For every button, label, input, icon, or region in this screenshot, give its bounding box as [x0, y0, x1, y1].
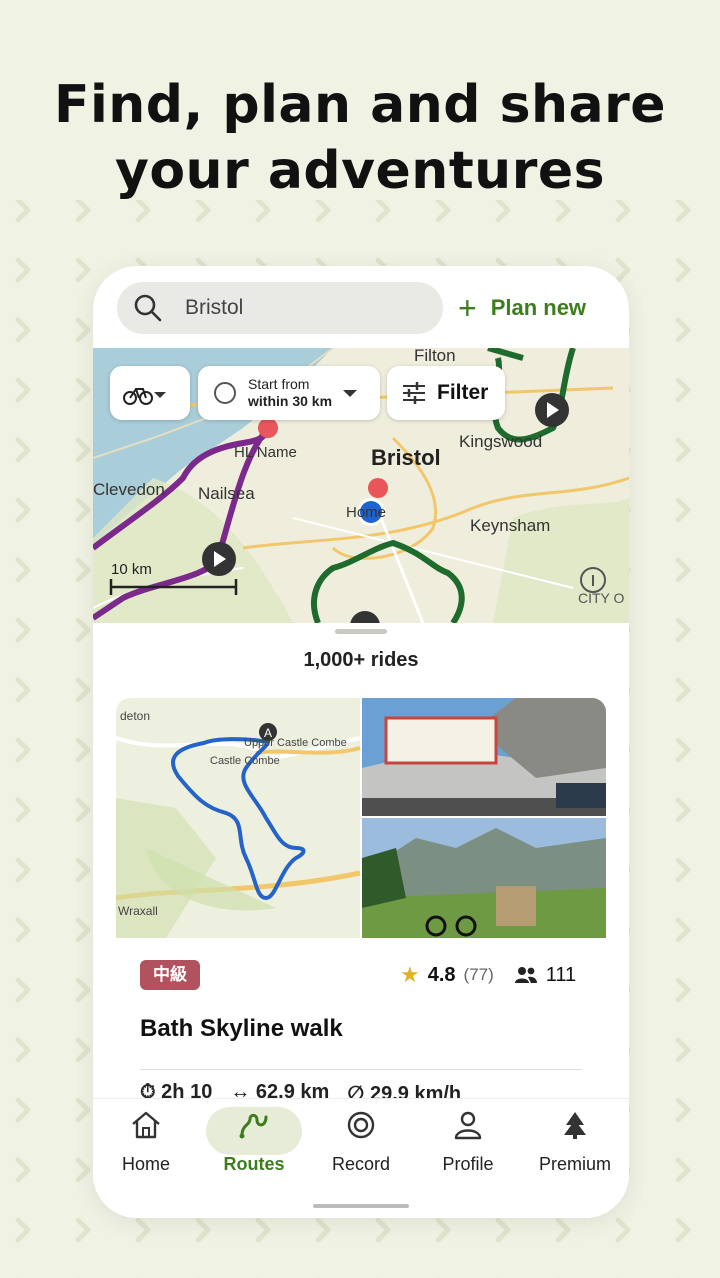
- map-label-nailsea: Nailsea: [198, 484, 255, 503]
- phone-screen: Bristol + Plan new Filton Kingswood Bris…: [93, 266, 629, 1218]
- search-icon: [134, 294, 162, 322]
- routes-icon: [239, 1113, 268, 1139]
- nav-label-premium: Premium: [538, 1154, 611, 1174]
- start-from-value: within 30 km: [248, 393, 333, 409]
- radius-circle-icon: [214, 382, 236, 404]
- people-icon: [514, 967, 537, 983]
- star-icon: ★: [400, 962, 420, 987]
- people-count: 111: [545, 963, 577, 986]
- map-label-clevedon: Clevedon: [93, 480, 165, 499]
- map-poi-marker-2[interactable]: [368, 478, 388, 498]
- nav-label-home: Home: [121, 1154, 170, 1174]
- card-map-label-deton: deton: [120, 709, 150, 723]
- bottom-navigation: Home Routes Record Profile Premium: [93, 1098, 629, 1218]
- home-icon: [132, 1111, 160, 1139]
- sheet-drag-handle[interactable]: [335, 629, 387, 634]
- search-bar[interactable]: Bristol: [117, 282, 443, 334]
- home-indicator: [313, 1204, 409, 1208]
- route-card-gallery: A deton Upper Castle Combe Castle Combe …: [116, 698, 606, 938]
- chevron-down-icon: [154, 392, 166, 398]
- map-label-city: CITY O: [578, 590, 625, 606]
- nav-item-record[interactable]: Record: [311, 1109, 411, 1175]
- difficulty-badge: 中級: [140, 960, 200, 990]
- plus-icon: +: [458, 290, 477, 326]
- premium-icon: [564, 1112, 586, 1139]
- plan-new-button[interactable]: + Plan new: [458, 282, 586, 334]
- chevron-down-icon: [343, 390, 358, 397]
- nav-label-record: Record: [331, 1154, 391, 1174]
- route-card-images[interactable]: A deton Upper Castle Combe Castle Combe …: [116, 698, 606, 938]
- start-from-label: Start from: [248, 376, 310, 392]
- card-map-label-upper-castle-combe: Upper Castle Combe: [244, 737, 347, 749]
- start-from-chip[interactable]: Start from within 30 km: [198, 366, 380, 420]
- nav-item-profile[interactable]: Profile: [418, 1109, 518, 1175]
- nav-label-profile: Profile: [442, 1154, 494, 1174]
- filter-label: Filter: [437, 381, 489, 404]
- activity-filter-chip[interactable]: [110, 366, 190, 420]
- map-view[interactable]: Filton Kingswood Bristol HL Name Clevedo…: [93, 348, 629, 623]
- map-label-bristol: Bristol: [371, 445, 441, 470]
- card-map-label-castle-combe: Castle Combe: [210, 755, 280, 767]
- headline-line-2: your adventures: [114, 141, 606, 201]
- map-scale-label: 10 km: [111, 561, 152, 578]
- sliders-icon: [403, 382, 425, 404]
- plan-new-label: Plan new: [490, 295, 587, 320]
- nav-item-routes[interactable]: Routes: [204, 1109, 304, 1175]
- nav-item-premium[interactable]: Premium: [525, 1109, 625, 1175]
- record-icon: [347, 1111, 375, 1139]
- headline: Find, plan and share your adventures: [0, 72, 720, 204]
- nav-label-routes: Routes: [223, 1154, 285, 1174]
- rating-count: (77): [463, 965, 494, 984]
- map-label-filton: Filton: [414, 348, 456, 365]
- route-title[interactable]: Bath Skyline walk: [140, 1015, 343, 1043]
- map-label-home: Home: [346, 504, 387, 521]
- profile-icon: [454, 1111, 482, 1140]
- card-map-label-wraxall: Wraxall: [118, 904, 158, 918]
- map-poi-marker-1[interactable]: [258, 418, 278, 438]
- results-count: 1,000+ rides: [303, 649, 419, 671]
- map-label-keynsham: Keynsham: [470, 516, 551, 535]
- rating-value: 4.8: [427, 963, 456, 986]
- map-label-kingswood: Kingswood: [459, 432, 543, 451]
- nav-item-home[interactable]: Home: [96, 1109, 196, 1175]
- headline-line-1: Find, plan and share: [53, 75, 667, 135]
- route-rating: ★ 4.8 (77) 111: [400, 960, 576, 990]
- map-label-hl-name: HL Name: [234, 444, 297, 461]
- filter-button[interactable]: Filter: [387, 366, 505, 420]
- search-input[interactable]: Bristol: [185, 296, 243, 320]
- bike-icon: [123, 388, 166, 405]
- card-divider: [140, 1069, 582, 1070]
